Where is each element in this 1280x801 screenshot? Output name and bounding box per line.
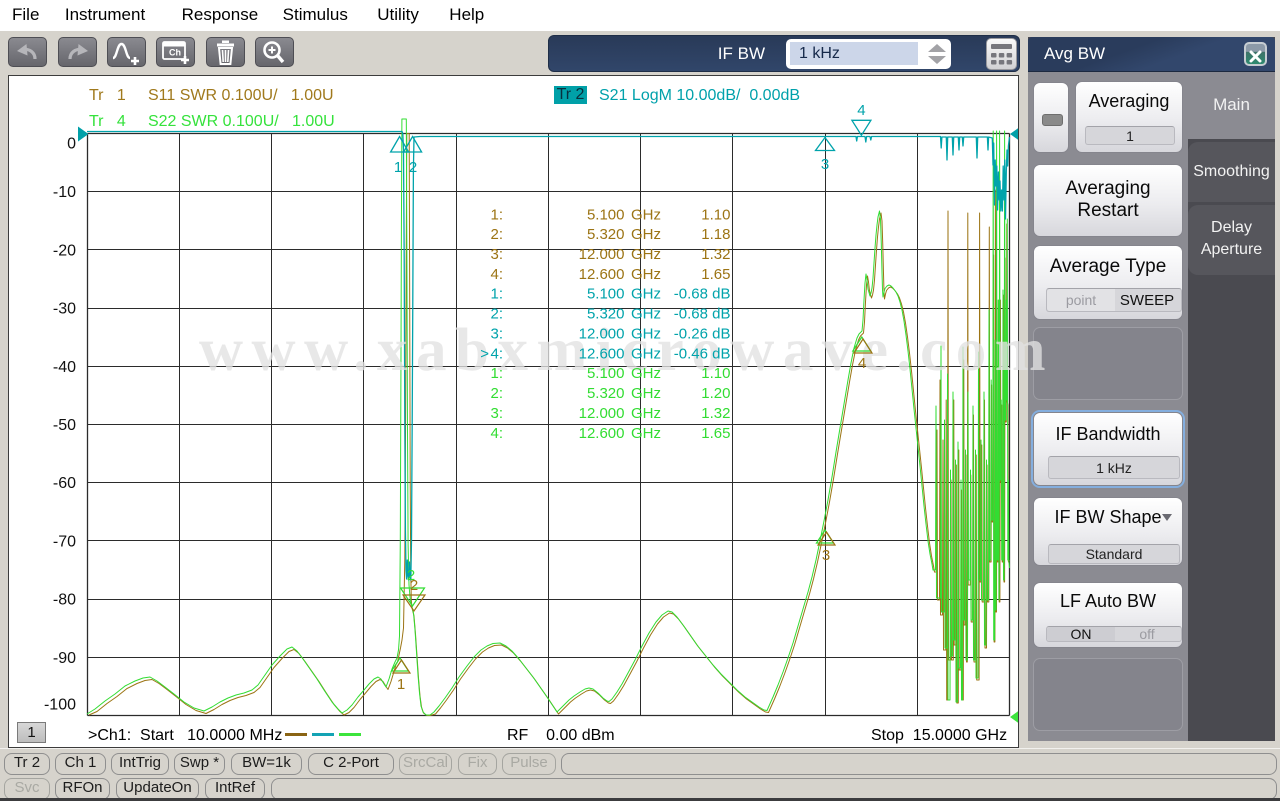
svg-text:1.32: 1.32 — [701, 405, 730, 422]
svg-text:3:: 3: — [490, 325, 503, 342]
svg-text:5.100: 5.100 — [587, 365, 625, 382]
svg-text:1:: 1: — [490, 206, 503, 223]
svg-text:GHz: GHz — [631, 266, 661, 283]
svg-text:1.32: 1.32 — [701, 246, 730, 263]
svg-text:1.20: 1.20 — [701, 385, 730, 402]
svg-text:12.000: 12.000 — [579, 246, 625, 263]
svg-text:GHz: GHz — [631, 325, 661, 342]
svg-text:GHz: GHz — [631, 206, 661, 223]
svg-text:GHz: GHz — [631, 306, 661, 323]
svg-text:3:: 3: — [490, 246, 503, 263]
svg-text:4: 4 — [857, 102, 865, 119]
svg-text:2:: 2: — [490, 385, 503, 402]
svg-text:5.100: 5.100 — [587, 286, 625, 303]
svg-text:12.600: 12.600 — [579, 345, 625, 362]
svg-text:1: 1 — [397, 676, 405, 693]
svg-text:GHz: GHz — [631, 405, 661, 422]
svg-text:2:: 2: — [490, 226, 503, 243]
svg-text:4:: 4: — [490, 345, 503, 362]
svg-text:-0.68 dB: -0.68 dB — [674, 306, 731, 323]
svg-text:12.000: 12.000 — [579, 405, 625, 422]
svg-text:-0.68 dB: -0.68 dB — [674, 286, 731, 303]
svg-text:1.18: 1.18 — [701, 226, 730, 243]
svg-text:5.320: 5.320 — [587, 226, 625, 243]
svg-text:2: 2 — [410, 577, 418, 594]
svg-text:GHz: GHz — [631, 226, 661, 243]
svg-text:4:: 4: — [490, 425, 503, 442]
svg-text:1: 1 — [394, 159, 402, 176]
svg-text:12.000: 12.000 — [579, 325, 625, 342]
svg-text:-0.46 dB: -0.46 dB — [674, 345, 731, 362]
svg-text:1.10: 1.10 — [701, 365, 730, 382]
svg-text:1.65: 1.65 — [701, 266, 730, 283]
svg-text:3: 3 — [821, 156, 829, 173]
svg-text:GHz: GHz — [631, 286, 661, 303]
svg-text:4: 4 — [858, 355, 866, 372]
svg-text:>: > — [480, 345, 489, 362]
svg-text:3: 3 — [822, 547, 830, 564]
svg-text:GHz: GHz — [631, 385, 661, 402]
svg-text:3:: 3: — [490, 405, 503, 422]
svg-text:GHz: GHz — [631, 425, 661, 442]
svg-text:12.600: 12.600 — [579, 425, 625, 442]
svg-text:GHz: GHz — [631, 365, 661, 382]
svg-text:1:: 1: — [490, 286, 503, 303]
svg-text:-0.26 dB: -0.26 dB — [674, 325, 731, 342]
svg-text:12.600: 12.600 — [579, 266, 625, 283]
svg-text:Ch: Ch — [169, 48, 181, 58]
svg-text:1.65: 1.65 — [701, 425, 730, 442]
svg-text:GHz: GHz — [631, 246, 661, 263]
svg-text:2:: 2: — [490, 306, 503, 323]
svg-text:5.320: 5.320 — [587, 306, 625, 323]
svg-text:1:: 1: — [490, 365, 503, 382]
svg-text:2: 2 — [409, 159, 417, 176]
svg-text:1.10: 1.10 — [701, 206, 730, 223]
svg-text:GHz: GHz — [631, 345, 661, 362]
svg-text:5.320: 5.320 — [587, 385, 625, 402]
svg-text:5.100: 5.100 — [587, 206, 625, 223]
svg-text:4:: 4: — [490, 266, 503, 283]
